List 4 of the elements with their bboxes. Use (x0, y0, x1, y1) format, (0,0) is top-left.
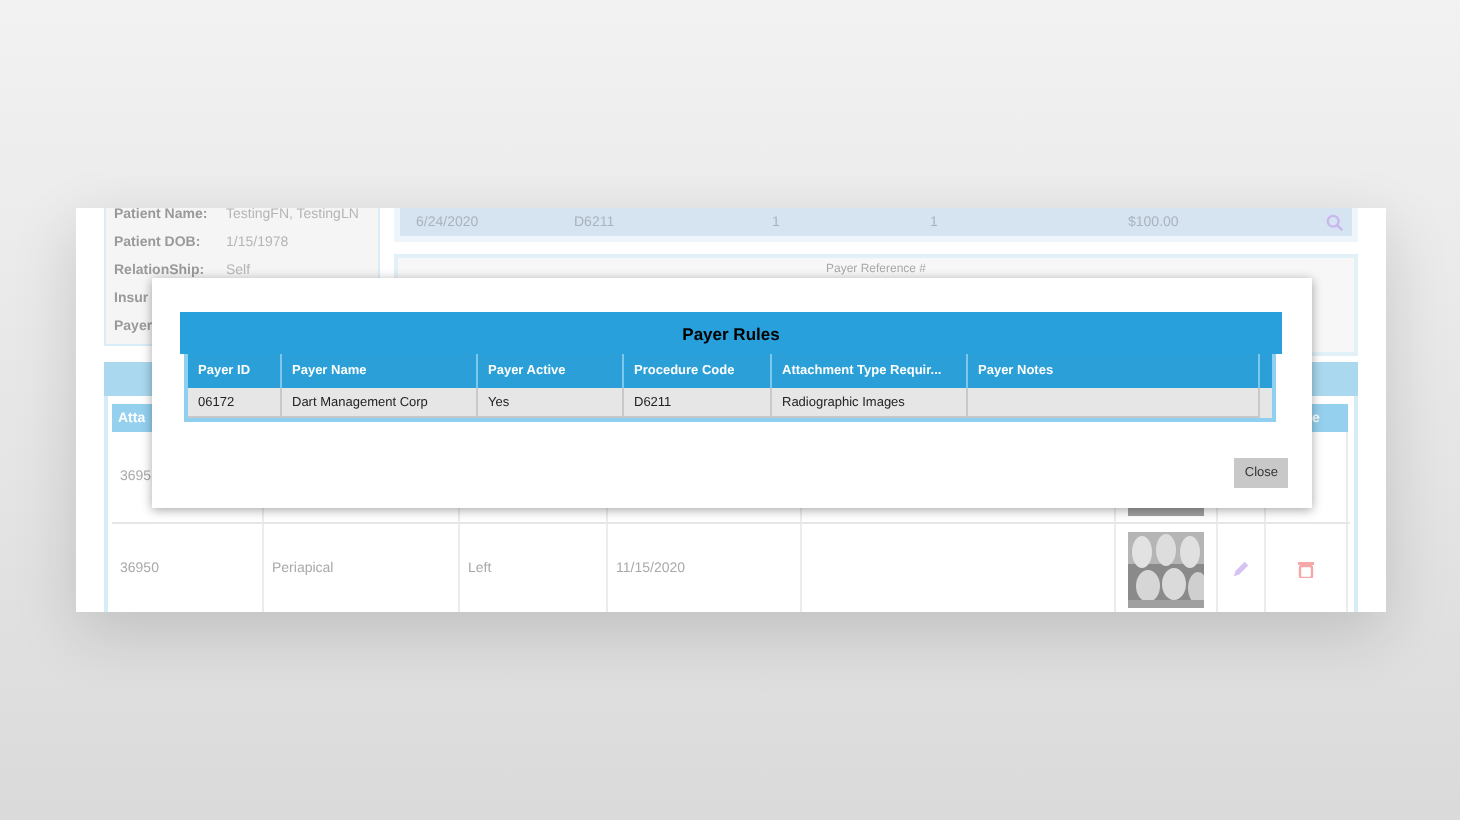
search-icon[interactable] (1326, 213, 1344, 231)
dialog-title: Payer Rules (180, 312, 1282, 354)
pencil-icon[interactable] (1232, 560, 1250, 578)
trash-icon[interactable] (1298, 560, 1314, 578)
